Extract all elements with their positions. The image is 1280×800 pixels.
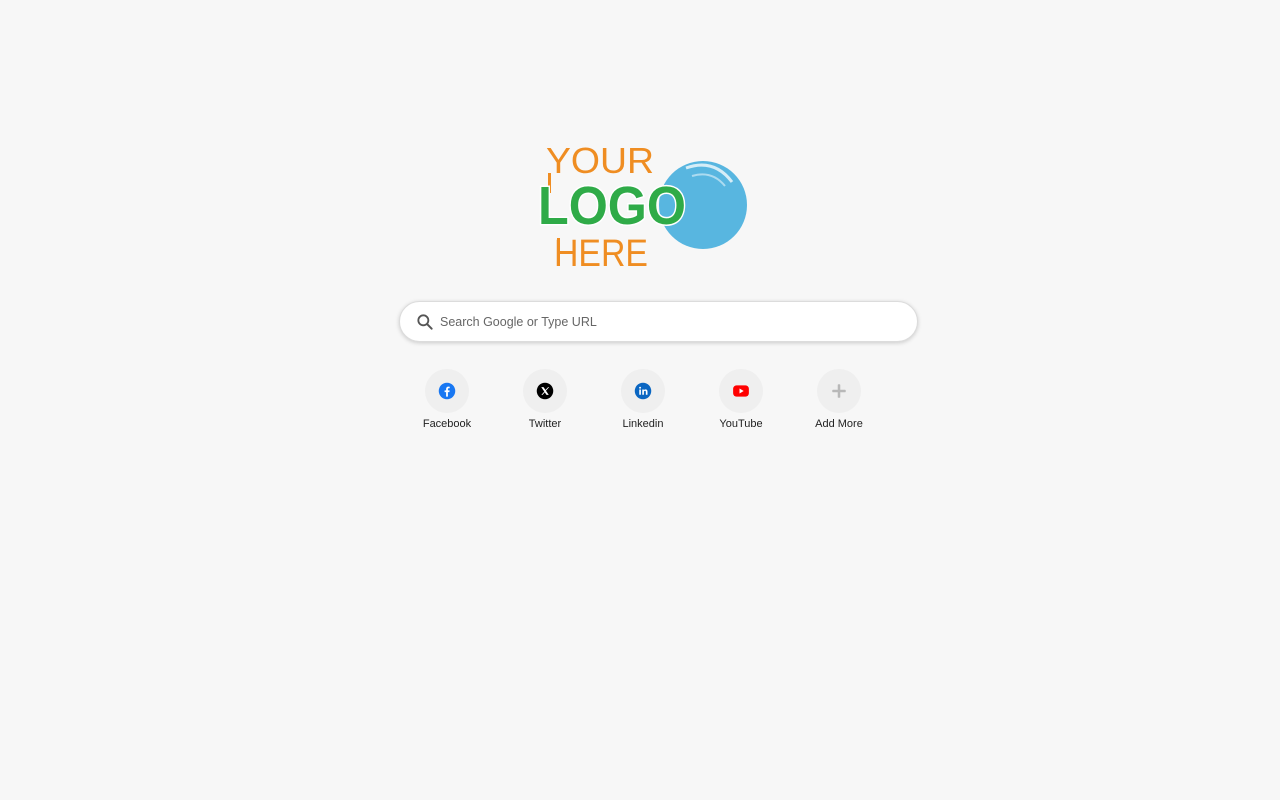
search-icon [415, 312, 435, 332]
shortcut-label: Linkedin [622, 418, 664, 430]
new-tab-page: YOUR LOGO HERE Facebo [0, 0, 1280, 800]
shortcut-twitter[interactable]: Twitter [496, 369, 594, 435]
plus-icon [832, 384, 846, 398]
shortcut-tile[interactable] [621, 369, 665, 413]
shortcut-tile[interactable] [817, 369, 861, 413]
shortcut-facebook[interactable]: Facebook [398, 369, 496, 435]
shortcut-tile[interactable] [719, 369, 763, 413]
shortcut-tile[interactable] [523, 369, 567, 413]
brand-logo: YOUR LOGO HERE [536, 140, 750, 272]
shortcut-youtube[interactable]: YouTube [692, 369, 790, 435]
shortcut-list: Facebook Twitter Linkedin YouTube Add Mo… [398, 369, 888, 439]
logo-text-here: HERE [554, 233, 648, 272]
logo-text-your: YOUR [546, 140, 654, 181]
search-bar[interactable] [399, 301, 918, 342]
youtube-icon [733, 385, 749, 397]
shortcut-label: YouTube [719, 418, 763, 430]
shortcut-tile[interactable] [425, 369, 469, 413]
logo-graphic: YOUR LOGO HERE [537, 140, 747, 272]
shortcut-label: Twitter [528, 418, 562, 430]
shortcut-label: Facebook [422, 418, 472, 430]
shortcut-linkedin[interactable]: Linkedin [594, 369, 692, 435]
shortcut-label: Add More [815, 418, 863, 430]
linkedin-icon [634, 382, 652, 400]
facebook-icon [438, 382, 456, 400]
logo-text-logo: LOGO [538, 176, 686, 236]
x-icon [536, 382, 554, 400]
shortcut-add-more[interactable]: Add More [790, 369, 888, 435]
search-input[interactable] [440, 306, 880, 337]
